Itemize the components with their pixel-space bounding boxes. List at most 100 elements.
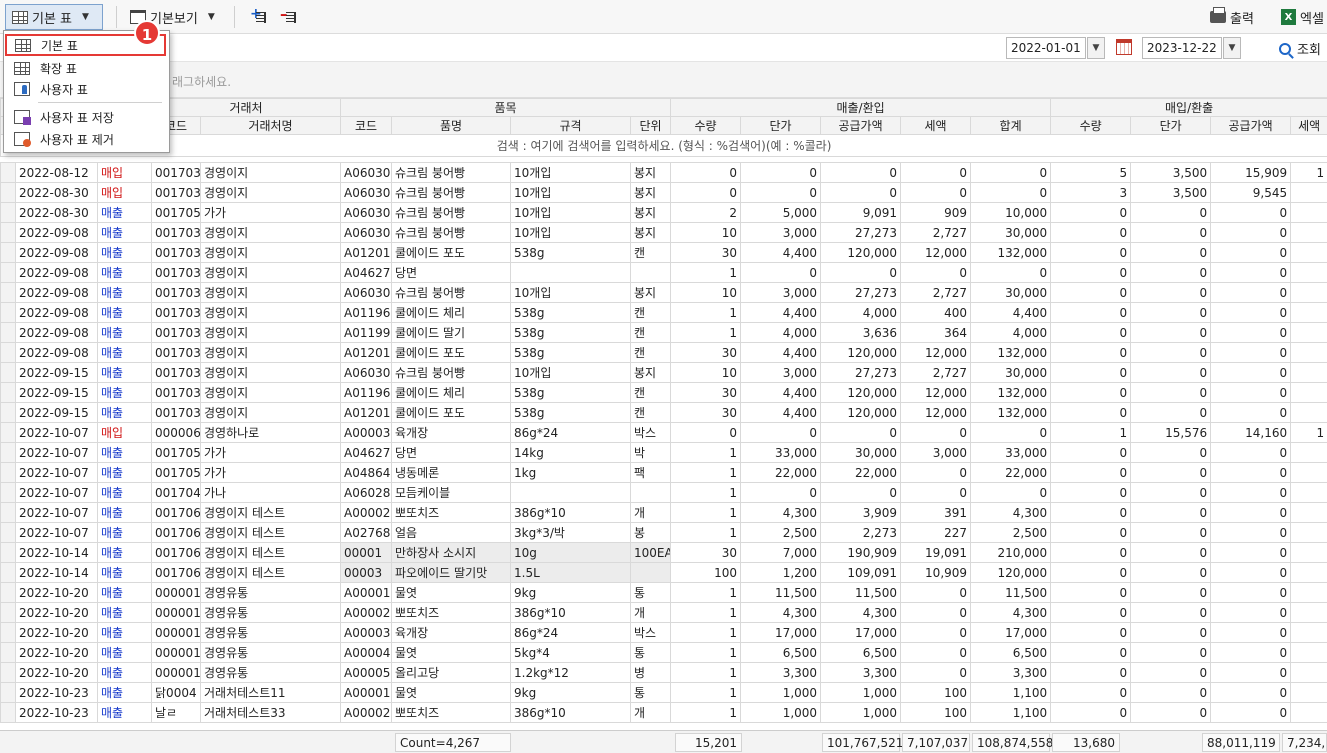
column-header-sale-price[interactable]: 단가 bbox=[740, 116, 822, 135]
column-header-unit[interactable]: 단위 bbox=[630, 116, 672, 135]
table-row[interactable]: 2022-10-07 매입 000006 경영하나로 A00003 육개장 86g*24 박스… bbox=[0, 422, 1327, 443]
table-row[interactable]: 2022-10-20 매출 000001 경영유통 A00001 물엿 9kg 통 1 11,50… bbox=[0, 582, 1327, 603]
menu-item-remove-user-table[interactable]: 사용자 표 제거 bbox=[6, 128, 167, 150]
table-row[interactable]: 2022-10-14 매출 001706 경영이지 테스트 00003 파오에이드 딸기맛… bbox=[0, 562, 1327, 583]
row-indicator[interactable] bbox=[0, 542, 16, 563]
row-indicator[interactable] bbox=[0, 562, 16, 583]
row-indicator[interactable] bbox=[0, 262, 16, 283]
add-row-button[interactable] bbox=[250, 4, 266, 30]
row-indicator[interactable] bbox=[0, 302, 16, 323]
table-cell: 3,000 bbox=[740, 282, 822, 303]
table-row[interactable]: 2022-09-08 매출 001703 경영이지 A01196 쿨에이드 체리 538g 캔… bbox=[0, 302, 1327, 323]
table-row[interactable]: 2022-10-07 매출 001706 경영이지 테스트 A00002 뽀또치즈 386g… bbox=[0, 502, 1327, 523]
remove-row-button[interactable] bbox=[280, 4, 296, 30]
column-header-item-name[interactable]: 품명 bbox=[391, 116, 512, 135]
table-row[interactable]: 2022-09-15 매출 001703 경영이지 A01196 쿨에이드 체리 538g 캔… bbox=[0, 382, 1327, 403]
table-cell: 박 bbox=[630, 442, 672, 463]
table-row[interactable]: 2022-10-07 매출 001706 경영이지 테스트 A02768 얼음 3kg*3/… bbox=[0, 522, 1327, 543]
table-row[interactable]: 2022-09-08 매출 001703 경영이지 A06030 슈크림 붕어빵 10개입 봉… bbox=[0, 222, 1327, 243]
print-button[interactable]: 출력 bbox=[1210, 4, 1254, 30]
menu-item-save-user-table[interactable]: 사용자 표 저장 bbox=[6, 106, 167, 128]
table-cell: A06030 bbox=[340, 282, 393, 303]
row-indicator[interactable] bbox=[0, 402, 16, 423]
table-row[interactable]: 2022-10-20 매출 000001 경영유통 A00004 물엿 5kg*4 통 1 6,5… bbox=[0, 642, 1327, 663]
row-indicator[interactable] bbox=[0, 442, 16, 463]
column-header-buy-qty[interactable]: 수량 bbox=[1050, 116, 1132, 135]
row-indicator[interactable] bbox=[0, 242, 16, 263]
row-indicator[interactable] bbox=[0, 502, 16, 523]
search-filter-row[interactable]: 검색 : 여기에 검색어를 입력하세요. (형식 : %검색어)(예 : %콜라… bbox=[0, 134, 1327, 157]
column-header-item-code[interactable]: 코드 bbox=[340, 116, 393, 135]
end-date-input[interactable]: 2023-12-22 bbox=[1142, 37, 1222, 59]
search-filter-input[interactable]: 검색 : 여기에 검색어를 입력하세요. (형식 : %검색어)(예 : %콜라… bbox=[0, 134, 1327, 157]
column-header-sale-supply[interactable]: 공급가액 bbox=[820, 116, 902, 135]
row-indicator[interactable] bbox=[0, 202, 16, 223]
table-row[interactable]: 2022-10-20 매출 000001 경영유통 A00002 뽀또치즈 386g*10 개… bbox=[0, 602, 1327, 623]
table-cell: 0 bbox=[1130, 562, 1212, 583]
table-cell: 경영이지 테스트 bbox=[200, 562, 342, 583]
table-cell: 경영이지 테스트 bbox=[200, 522, 342, 543]
table-row[interactable]: 2022-10-23 매출 날ㄹ 거래처테스트33 A00002 뽀또치즈 386g*10 개… bbox=[0, 702, 1327, 723]
table-row[interactable]: 2022-09-08 매출 001703 경영이지 A06030 슈크림 붕어빵 10개입 봉… bbox=[0, 282, 1327, 303]
table-cell: 001706 bbox=[151, 562, 202, 583]
column-header-spec[interactable]: 규격 bbox=[510, 116, 632, 135]
table-cell: 매출 bbox=[96, 402, 153, 423]
table-row[interactable]: 2022-08-30 매입 001703 경영이지 A06030 슈크림 붕어빵 10개입 봉… bbox=[0, 182, 1327, 203]
table-cell: 14,160 bbox=[1210, 422, 1292, 443]
row-indicator[interactable] bbox=[0, 342, 16, 363]
row-indicator[interactable] bbox=[0, 282, 16, 303]
row-indicator[interactable] bbox=[0, 162, 16, 183]
row-indicator[interactable] bbox=[0, 322, 16, 343]
row-indicator[interactable] bbox=[0, 382, 16, 403]
table-row[interactable]: 2022-08-30 매출 001705 가가 A06030 슈크림 붕어빵 10개입 봉지 2… bbox=[0, 202, 1327, 223]
column-header-sale-tax[interactable]: 세액 bbox=[900, 116, 972, 135]
row-indicator[interactable] bbox=[0, 222, 16, 243]
chevron-down-icon[interactable]: ▼ bbox=[1087, 37, 1105, 59]
row-indicator[interactable] bbox=[0, 362, 16, 383]
menu-item-extended-table[interactable]: 확장 표 bbox=[6, 57, 167, 79]
row-indicator[interactable] bbox=[0, 642, 16, 663]
row-indicator[interactable] bbox=[0, 182, 16, 203]
table-row[interactable]: 2022-10-23 매출 닭0004 거래처테스트11 A00001 물엿 9kg 통 1 1,… bbox=[0, 682, 1327, 703]
row-indicator[interactable] bbox=[0, 482, 16, 503]
table-row[interactable]: 2022-09-08 매출 001703 경영이지 A01201 쿨에이드 포도 538g 캔… bbox=[0, 342, 1327, 363]
excel-button[interactable]: X 엑셀 bbox=[1281, 4, 1324, 30]
column-header-sale-total[interactable]: 합계 bbox=[970, 116, 1052, 135]
group-drag-hint: 래그하세요. bbox=[0, 62, 1327, 98]
table-cell: 2022-09-08 bbox=[15, 262, 98, 283]
table-row[interactable]: 2022-09-15 매출 001703 경영이지 A06030 슈크림 붕어빵 10개입 봉… bbox=[0, 362, 1327, 383]
calendar-icon[interactable] bbox=[1116, 39, 1132, 55]
row-indicator[interactable] bbox=[0, 462, 16, 483]
row-indicator[interactable] bbox=[0, 662, 16, 683]
column-header-buy-supply[interactable]: 공급가액 bbox=[1210, 116, 1292, 135]
table-row[interactable]: 2022-09-15 매출 001703 경영이지 A01201 쿨에이드 포도 538g 캔… bbox=[0, 402, 1327, 423]
row-indicator[interactable] bbox=[0, 602, 16, 623]
table-type-dropdown[interactable]: 기본 표 ▼ bbox=[5, 4, 103, 30]
table-cell: 2022-08-30 bbox=[15, 182, 98, 203]
row-indicator[interactable] bbox=[0, 682, 16, 703]
chevron-down-icon[interactable]: ▼ bbox=[1223, 37, 1241, 59]
table-row[interactable]: 2022-10-20 매출 000001 경영유통 A00005 올리고당 1.2kg*12… bbox=[0, 662, 1327, 683]
table-row[interactable]: 2022-10-07 매출 001705 가가 A04864 냉동메론 1kg 팩 1 22,00… bbox=[0, 462, 1327, 483]
row-indicator[interactable] bbox=[0, 622, 16, 643]
table-row[interactable]: 2022-10-07 매출 001704 가나 A06028 모듬케이블 1 0 0 0 0 0 0 0 bbox=[0, 482, 1327, 503]
row-indicator[interactable] bbox=[0, 422, 16, 443]
menu-item-user-table[interactable]: 사용자 표 bbox=[6, 78, 167, 100]
start-date-input[interactable]: 2022-01-01 bbox=[1006, 37, 1086, 59]
table-row[interactable]: 2022-10-07 매출 001705 가가 A04627 당면 14kg 박 1 33,000… bbox=[0, 442, 1327, 463]
table-row[interactable]: 2022-10-20 매출 000001 경영유통 A00003 육개장 86g*24 박스 1… bbox=[0, 622, 1327, 643]
column-header-buy-tax[interactable]: 세액 bbox=[1290, 116, 1327, 135]
table-row[interactable]: 2022-09-08 매출 001703 경영이지 A01199 쿨에이드 딸기 538g 캔… bbox=[0, 322, 1327, 343]
table-row[interactable]: 2022-10-14 매출 001706 경영이지 테스트 00001 만하장사 소시지 1… bbox=[0, 542, 1327, 563]
column-header-partner-name[interactable]: 거래처명 bbox=[200, 116, 342, 135]
row-indicator[interactable] bbox=[0, 702, 16, 723]
table-row[interactable]: 2022-09-08 매출 001703 경영이지 A04627 당면 1 0 0 0 0 0 0 0 bbox=[0, 262, 1327, 283]
table-row[interactable]: 2022-09-08 매출 001703 경영이지 A01201 쿨에이드 포도 538g 캔… bbox=[0, 242, 1327, 263]
row-indicator[interactable] bbox=[0, 582, 16, 603]
row-indicator[interactable] bbox=[0, 522, 16, 543]
table-cell: 1,000 bbox=[740, 682, 822, 703]
column-header-buy-price[interactable]: 단가 bbox=[1130, 116, 1212, 135]
table-row[interactable]: 2022-08-12 매입 001703 경영이지 A06030 슈크림 붕어빵 10개입 봉… bbox=[0, 162, 1327, 183]
column-header-sale-qty[interactable]: 수량 bbox=[670, 116, 742, 135]
search-button[interactable]: 조회 bbox=[1279, 39, 1321, 58]
